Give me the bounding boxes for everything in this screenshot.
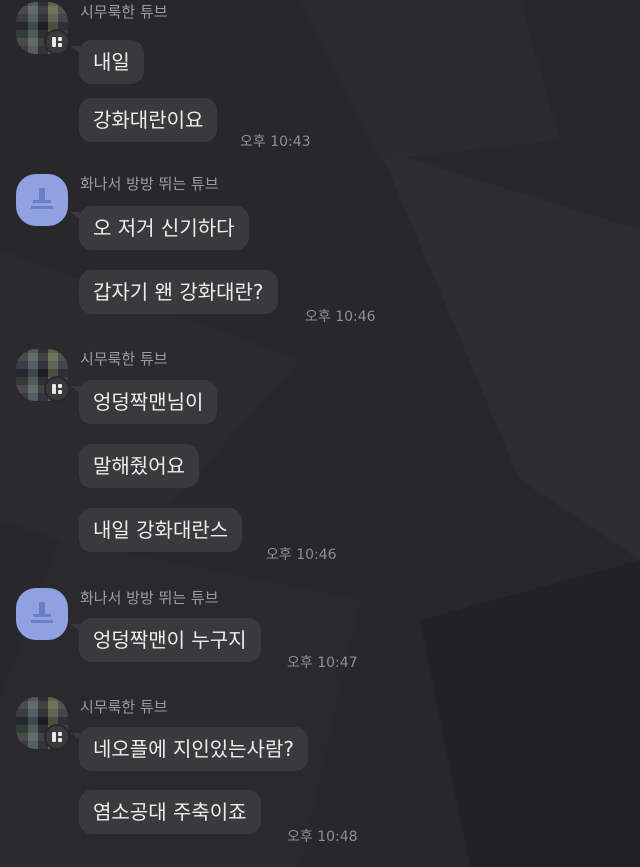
sender-name: 시무룩한 튜브: [80, 350, 168, 368]
message-timestamp: 오후 10:48: [287, 829, 358, 845]
message-bubble[interactable]: 엉덩짝맨이 누구지: [79, 618, 261, 662]
sender-name: 시무룩한 튜브: [80, 3, 168, 21]
message-bubble[interactable]: 내일: [79, 40, 144, 84]
message-timestamp: 오후 10:46: [305, 309, 376, 325]
message-bubble[interactable]: 네오플에 지인있는사람?: [79, 727, 308, 771]
profile-badge-icon: [44, 29, 70, 55]
message-timestamp: 오후 10:46: [266, 547, 337, 563]
default-avatar[interactable]: [16, 588, 68, 640]
message-bubble[interactable]: 염소공대 주축이죠: [79, 790, 261, 834]
profile-badge-icon: [44, 376, 70, 402]
message-timestamp: 오후 10:47: [287, 655, 358, 671]
sender-name: 시무룩한 튜브: [80, 698, 168, 716]
message-bubble[interactable]: 오 저거 신기하다: [79, 206, 249, 250]
chat-message-list[interactable]: 시무룩한 튜브 내일 강화대란이요 오후 10:43 화나서 방방 뛰는 튜브 오 저거 …: [0, 0, 640, 867]
message-bubble[interactable]: 갑자기 왠 강화대란?: [79, 270, 278, 314]
sender-name: 화나서 방방 뛰는 튜브: [80, 589, 219, 607]
profile-badge-icon: [44, 724, 70, 750]
message-bubble[interactable]: 엉덩짝맨님이: [79, 380, 218, 424]
message-bubble[interactable]: 강화대란이요: [79, 98, 218, 142]
message-bubble[interactable]: 말해줬어요: [79, 444, 199, 488]
sender-name: 화나서 방방 뛰는 튜브: [80, 175, 219, 193]
default-avatar[interactable]: [16, 174, 68, 226]
message-bubble[interactable]: 내일 강화대란스: [79, 508, 243, 552]
message-timestamp: 오후 10:43: [240, 134, 311, 150]
